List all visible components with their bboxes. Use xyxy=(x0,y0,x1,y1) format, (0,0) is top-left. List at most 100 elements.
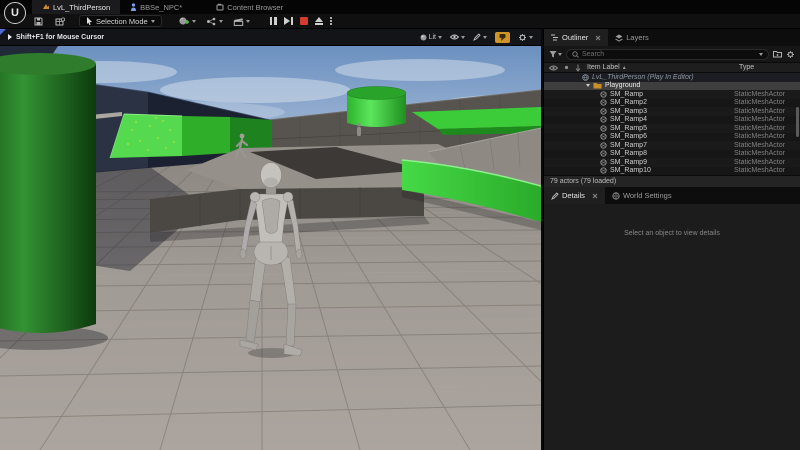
viewport-options-dropdown[interactable] xyxy=(473,33,487,41)
actor-row[interactable]: SM_Ramp10 StaticMeshActor xyxy=(544,166,800,175)
actor-row[interactable]: SM_Ramp7 StaticMeshActor xyxy=(544,141,800,150)
level-viewport[interactable]: Shift+F1 for Mouse Cursor Lit xyxy=(0,29,541,450)
cursor-icon xyxy=(87,17,92,25)
outliner-column-header: Item Label ▲ Type xyxy=(544,62,800,73)
visibility-column-icon[interactable] xyxy=(549,65,558,71)
right-dock-panel: Outliner Layers Search Item Label ▲ Type… xyxy=(543,29,800,450)
static-mesh-icon xyxy=(600,167,607,174)
source-control-button[interactable] xyxy=(55,17,65,26)
eject-button[interactable] xyxy=(314,17,323,25)
pin-column-icon[interactable] xyxy=(563,64,570,71)
view-mode-dropdown[interactable]: Lit xyxy=(420,34,442,41)
tab-layers[interactable]: Layers xyxy=(608,29,656,46)
crate-icon xyxy=(55,17,65,25)
possess-player-button[interactable] xyxy=(495,31,510,43)
save-icon xyxy=(34,17,43,25)
outliner-tree: LvL_ThirdPerson (Play In Editor) Playgro… xyxy=(544,73,800,175)
blueprints-button[interactable] xyxy=(206,17,223,26)
outliner-icon xyxy=(551,34,558,41)
tab-blueprint[interactable]: BBSe_NPC* xyxy=(120,0,192,14)
tab-content-browser[interactable]: Content Browser xyxy=(206,0,293,14)
actor-row[interactable]: SM_Ramp5 StaticMeshActor xyxy=(544,124,800,133)
tab-world-settings[interactable]: World Settings xyxy=(605,187,679,204)
outliner-settings-button[interactable] xyxy=(786,50,795,59)
actor-type: StaticMeshActor xyxy=(734,141,785,149)
viewport-settings-dropdown[interactable] xyxy=(518,33,533,42)
filter-icon xyxy=(549,51,557,58)
clapperboard-icon xyxy=(233,17,243,26)
stop-button[interactable] xyxy=(299,17,308,25)
tab-level[interactable]: LvL_ThirdPerson xyxy=(32,0,121,14)
lit-sphere-icon xyxy=(420,34,427,40)
actor-row[interactable]: SM_Ramp9 StaticMeshActor xyxy=(544,158,800,167)
search-icon xyxy=(572,50,579,58)
actor-type: StaticMeshActor xyxy=(734,116,785,124)
actor-row[interactable]: SM_Ramp2 StaticMeshActor xyxy=(544,98,800,107)
create-folder-button[interactable] xyxy=(773,50,782,58)
chevron-down-icon xyxy=(759,52,763,56)
actor-name: SM_Ramp6 xyxy=(610,133,647,141)
play-options-menu[interactable] xyxy=(329,16,332,26)
actor-name: SM_Ramp5 xyxy=(610,124,647,132)
play-indicator-icon xyxy=(8,34,12,40)
actor-row[interactable]: SM_Ramp8 StaticMeshActor xyxy=(544,149,800,158)
actor-name: SM_Ramp2 xyxy=(610,99,647,107)
world-row-label: LvL_ThirdPerson (Play In Editor) xyxy=(592,73,694,81)
details-empty-text: Select an object to view details xyxy=(624,230,720,237)
actor-name: SM_Ramp4 xyxy=(610,116,647,124)
folder-row[interactable]: Playground xyxy=(544,81,800,90)
expand-arrow-icon[interactable] xyxy=(586,84,590,88)
tab-outliner[interactable]: Outliner xyxy=(544,29,609,46)
actor-type: StaticMeshActor xyxy=(734,150,785,158)
document-tab-bar: LvL_ThirdPerson BBSe_NPC* Content Browse… xyxy=(0,0,800,14)
selection-mode-dropdown[interactable]: Selection Mode xyxy=(79,15,162,27)
actor-name: SM_Ramp10 xyxy=(610,167,651,175)
details-icon xyxy=(551,191,559,200)
actor-row[interactable]: SM_Ramp6 StaticMeshActor xyxy=(544,132,800,141)
3d-scene[interactable] xyxy=(0,46,541,450)
actor-row[interactable]: SM_Ramp4 StaticMeshActor xyxy=(544,115,800,124)
details-tab-bar: Details World Settings xyxy=(544,187,800,204)
cinematics-button[interactable] xyxy=(233,17,250,26)
column-item-label[interactable]: Item Label xyxy=(587,64,620,71)
search-placeholder: Search xyxy=(582,50,605,58)
actor-type: StaticMeshActor xyxy=(734,107,785,115)
eye-icon xyxy=(450,34,459,40)
pause-button[interactable] xyxy=(269,17,277,25)
quick-add-button[interactable] xyxy=(178,16,196,26)
actor-type: StaticMeshActor xyxy=(734,90,785,98)
world-icon xyxy=(582,74,589,81)
chevron-down-icon xyxy=(245,19,250,23)
filter-button[interactable] xyxy=(549,50,562,58)
actor-type: StaticMeshActor xyxy=(734,133,785,141)
outliner-tab-bar: Outliner Layers xyxy=(544,29,800,46)
outliner-scrollbar[interactable] xyxy=(796,107,799,137)
tab-details[interactable]: Details xyxy=(544,187,605,204)
actor-count-label: 79 actors (79 loaded) xyxy=(550,178,617,185)
actor-name: SM_Ramp3 xyxy=(610,107,647,115)
actor-type: StaticMeshActor xyxy=(734,167,785,175)
static-mesh-icon xyxy=(600,116,607,123)
content-browser-icon xyxy=(216,3,224,11)
play-controls xyxy=(269,16,332,26)
tab-label: Layers xyxy=(626,33,649,42)
view-mode-label: Lit xyxy=(428,33,436,41)
frame-skip-button[interactable] xyxy=(283,17,293,25)
world-row[interactable]: LvL_ThirdPerson (Play In Editor) xyxy=(544,73,800,82)
save-button[interactable] xyxy=(34,17,43,26)
show-flags-dropdown[interactable] xyxy=(450,34,465,40)
search-input[interactable]: Search xyxy=(566,48,769,60)
chevron-down-icon xyxy=(461,35,465,39)
tab-label: World Settings xyxy=(622,191,672,200)
actor-row[interactable]: SM_Ramp3 StaticMeshActor xyxy=(544,107,800,116)
close-icon[interactable] xyxy=(592,193,598,199)
actor-row[interactable]: SM_Ramp StaticMeshActor xyxy=(544,90,800,99)
close-icon[interactable] xyxy=(595,35,601,41)
chevron-down-icon xyxy=(483,35,487,39)
unreal-logo[interactable]: U xyxy=(4,2,26,24)
layers-icon xyxy=(615,34,624,42)
column-type[interactable]: Type xyxy=(739,64,754,71)
chevron-down-icon xyxy=(218,19,223,23)
static-mesh-icon xyxy=(600,91,607,98)
type-sort-icon[interactable] xyxy=(575,64,581,72)
